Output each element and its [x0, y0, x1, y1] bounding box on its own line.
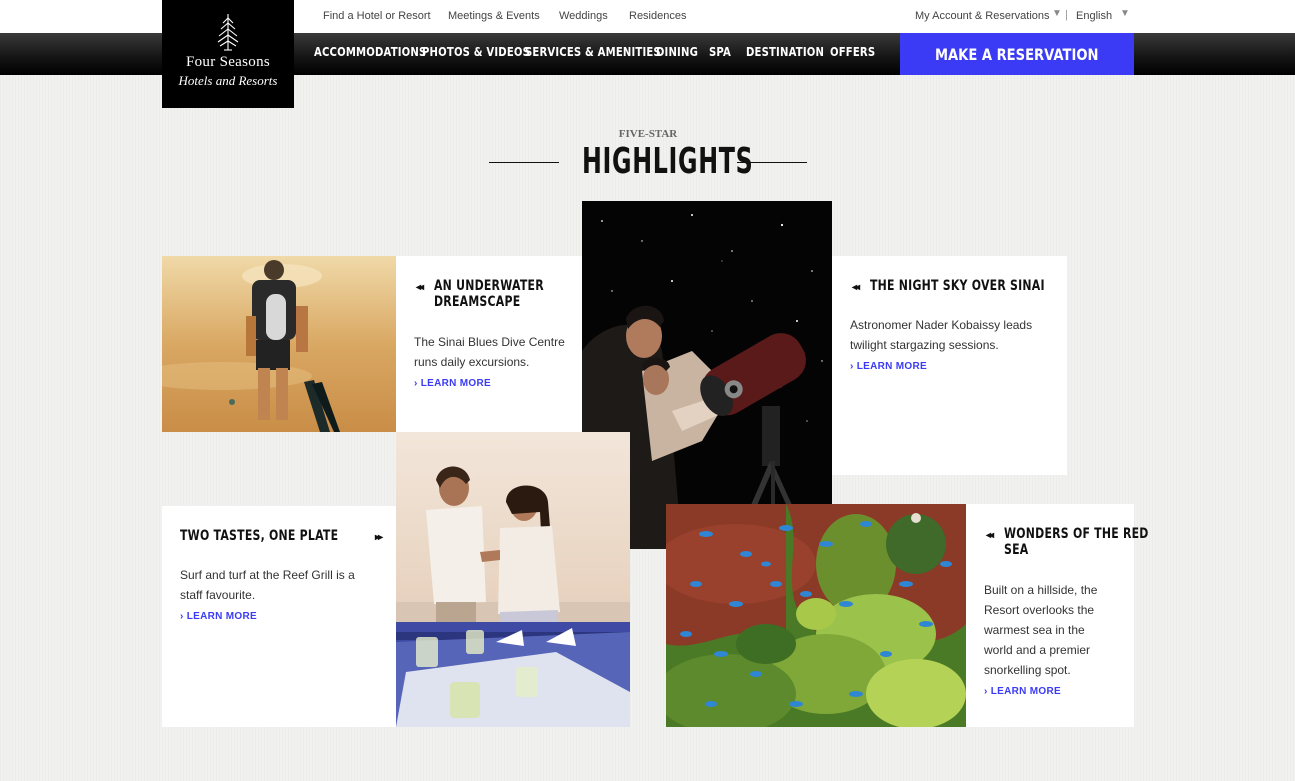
nav-photos-videos[interactable]: PHOTOS & VIDEOS: [422, 45, 530, 59]
nav-offers[interactable]: OFFERS: [830, 45, 875, 59]
learn-more-link[interactable]: › LEARN MORE: [180, 611, 257, 622]
learn-more-link[interactable]: › LEARN MORE: [414, 378, 491, 389]
nav-destination[interactable]: DESTINATION: [746, 45, 824, 59]
logo-brand-name: Four Seasons: [185, 54, 271, 70]
learn-more-link[interactable]: › LEARN MORE: [984, 686, 1061, 697]
make-reservation-label: MAKE A RESERVATION: [935, 44, 1099, 64]
card-description-line: Astronomer Nader Kobaissy leads: [850, 318, 1033, 332]
card-description-line: Resort overlooks the: [984, 603, 1095, 617]
chevron-down-icon[interactable]: ▼: [1052, 8, 1062, 19]
card-description-line: staff favourite.: [180, 588, 256, 602]
card-description-line: Surf and turf at the Reef Grill is a: [180, 568, 355, 582]
residences-link[interactable]: Residences: [629, 10, 686, 22]
four-seasons-logo[interactable]: Four Seasons Hotels and Resorts: [162, 0, 294, 108]
card-description-line: world and a premier: [984, 643, 1091, 657]
make-reservation-button[interactable]: MAKE A RESERVATION: [900, 33, 1134, 75]
weddings-link[interactable]: Weddings: [559, 10, 608, 22]
card-title-line: WONDERS OF THE RED: [1004, 526, 1149, 542]
logo-tagline: Hotels and Resorts: [178, 73, 278, 88]
nav-accommodations[interactable]: ACCOMMODATIONS: [314, 45, 426, 59]
learn-more-link[interactable]: › LEARN MORE: [850, 361, 927, 372]
card-title-line: TWO TASTES, ONE PLATE: [180, 528, 339, 544]
card-description-line: twilight stargazing sessions.: [850, 338, 999, 352]
card-description-line: warmest sea in the: [984, 623, 1085, 637]
diver-photo[interactable]: [162, 256, 396, 432]
nav-spa[interactable]: SPA: [709, 45, 731, 59]
meetings-events-link[interactable]: Meetings & Events: [448, 10, 540, 22]
nav-dining[interactable]: DINING: [656, 45, 698, 59]
card-description-line: snorkelling spot.: [984, 663, 1071, 677]
card-description-line: Built on a hillside, the: [984, 583, 1098, 597]
card-description-line: runs daily excursions.: [414, 355, 530, 369]
double-arrow-right-icon[interactable]: ▸▸: [375, 532, 383, 543]
card-description-line: The Sinai Blues Dive Centre: [414, 335, 565, 349]
couple-dining-photo[interactable]: [396, 432, 630, 727]
utility-separator: |: [1065, 9, 1068, 21]
section-eyebrow: FIVE-STAR: [618, 128, 678, 140]
coral-reef-photo[interactable]: [666, 504, 966, 727]
card-title-line: AN UNDERWATER: [434, 278, 544, 294]
chevron-down-icon[interactable]: ▼: [1120, 8, 1130, 19]
double-arrow-left-icon[interactable]: ◂◂: [852, 282, 860, 293]
heading-rule-left: [489, 162, 559, 163]
card-title-line: THE NIGHT SKY OVER SINAI: [870, 278, 1045, 294]
double-arrow-left-icon[interactable]: ◂◂: [416, 282, 424, 293]
double-arrow-left-icon[interactable]: ◂◂: [986, 530, 994, 541]
find-hotel-link[interactable]: Find a Hotel or Resort: [323, 10, 431, 22]
card-title-line: SEA: [1004, 542, 1029, 558]
four-seasons-tree-logo-icon: [217, 14, 239, 51]
page-title: HIGHLIGHTS: [582, 141, 754, 182]
nav-services-amenities[interactable]: SERVICES & AMENITIES: [525, 45, 661, 59]
card-title-line: DREAMSCAPE: [434, 294, 521, 310]
language-select[interactable]: English: [1076, 10, 1112, 22]
my-account-link[interactable]: My Account & Reservations: [915, 10, 1050, 22]
